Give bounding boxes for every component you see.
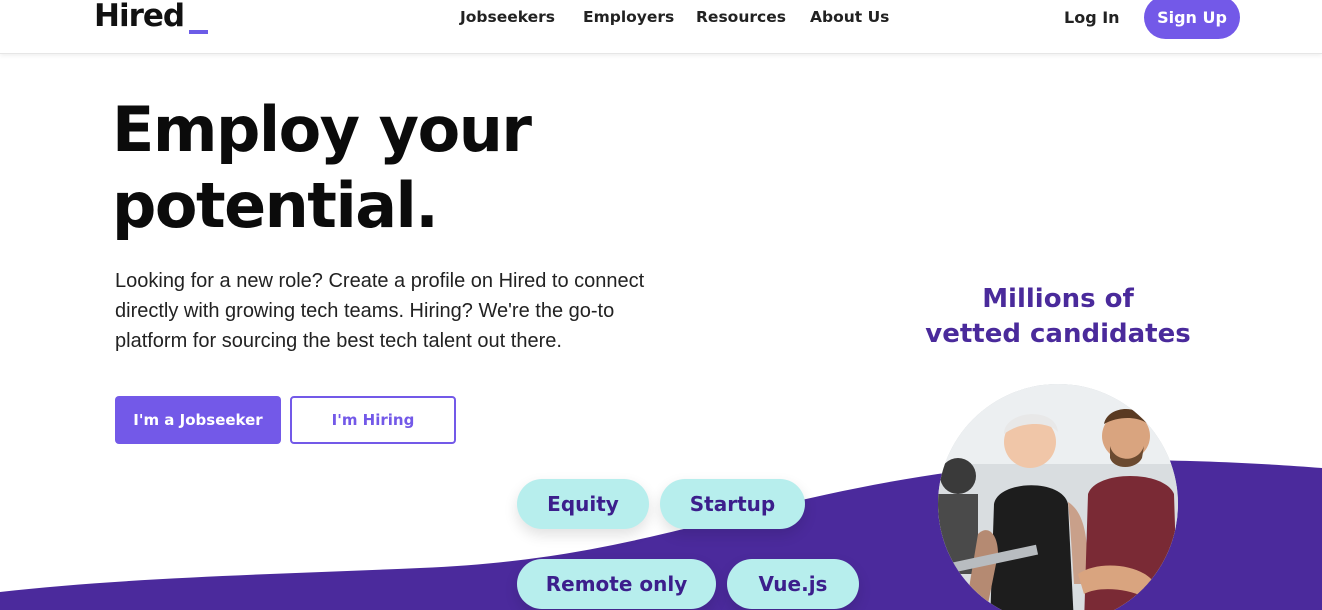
jobseeker-button[interactable]: I'm a Jobseeker: [115, 396, 281, 444]
nav-jobseekers[interactable]: Jobseekers: [460, 8, 555, 26]
nav-about-us[interactable]: About Us: [810, 8, 889, 26]
signup-button[interactable]: Sign Up: [1144, 0, 1240, 39]
nav-resources[interactable]: Resources: [696, 8, 786, 26]
logo-text: Hired: [94, 0, 185, 34]
login-link[interactable]: Log In: [1064, 8, 1120, 27]
site-header: Hired Jobseekers Employers Resources Abo…: [0, 0, 1322, 54]
hero-title-line-2: potential.: [112, 169, 439, 242]
candidates-heading-line-1: Millions of: [982, 284, 1134, 314]
candidates-photo: [938, 384, 1178, 610]
hero-title-line-1: Employ your: [112, 93, 532, 166]
hero-description: Looking for a new role? Create a profile…: [115, 270, 645, 352]
tag-pill-remote-only: Remote only: [517, 559, 716, 609]
hired-logo[interactable]: Hired: [94, 0, 185, 38]
logo-underscore-mark: [189, 30, 208, 34]
candidates-heading: Millions of vetted candidates: [908, 282, 1208, 352]
tag-pill-startup: Startup: [660, 479, 805, 529]
hero-title: Employ your potential.: [112, 92, 672, 244]
candidates-heading-line-2: vetted candidates: [925, 319, 1191, 349]
hiring-button[interactable]: I'm Hiring: [290, 396, 456, 444]
nav-employers[interactable]: Employers: [583, 8, 674, 26]
tag-pill-vuejs: Vue.js: [727, 559, 859, 609]
tag-pill-equity: Equity: [517, 479, 649, 529]
